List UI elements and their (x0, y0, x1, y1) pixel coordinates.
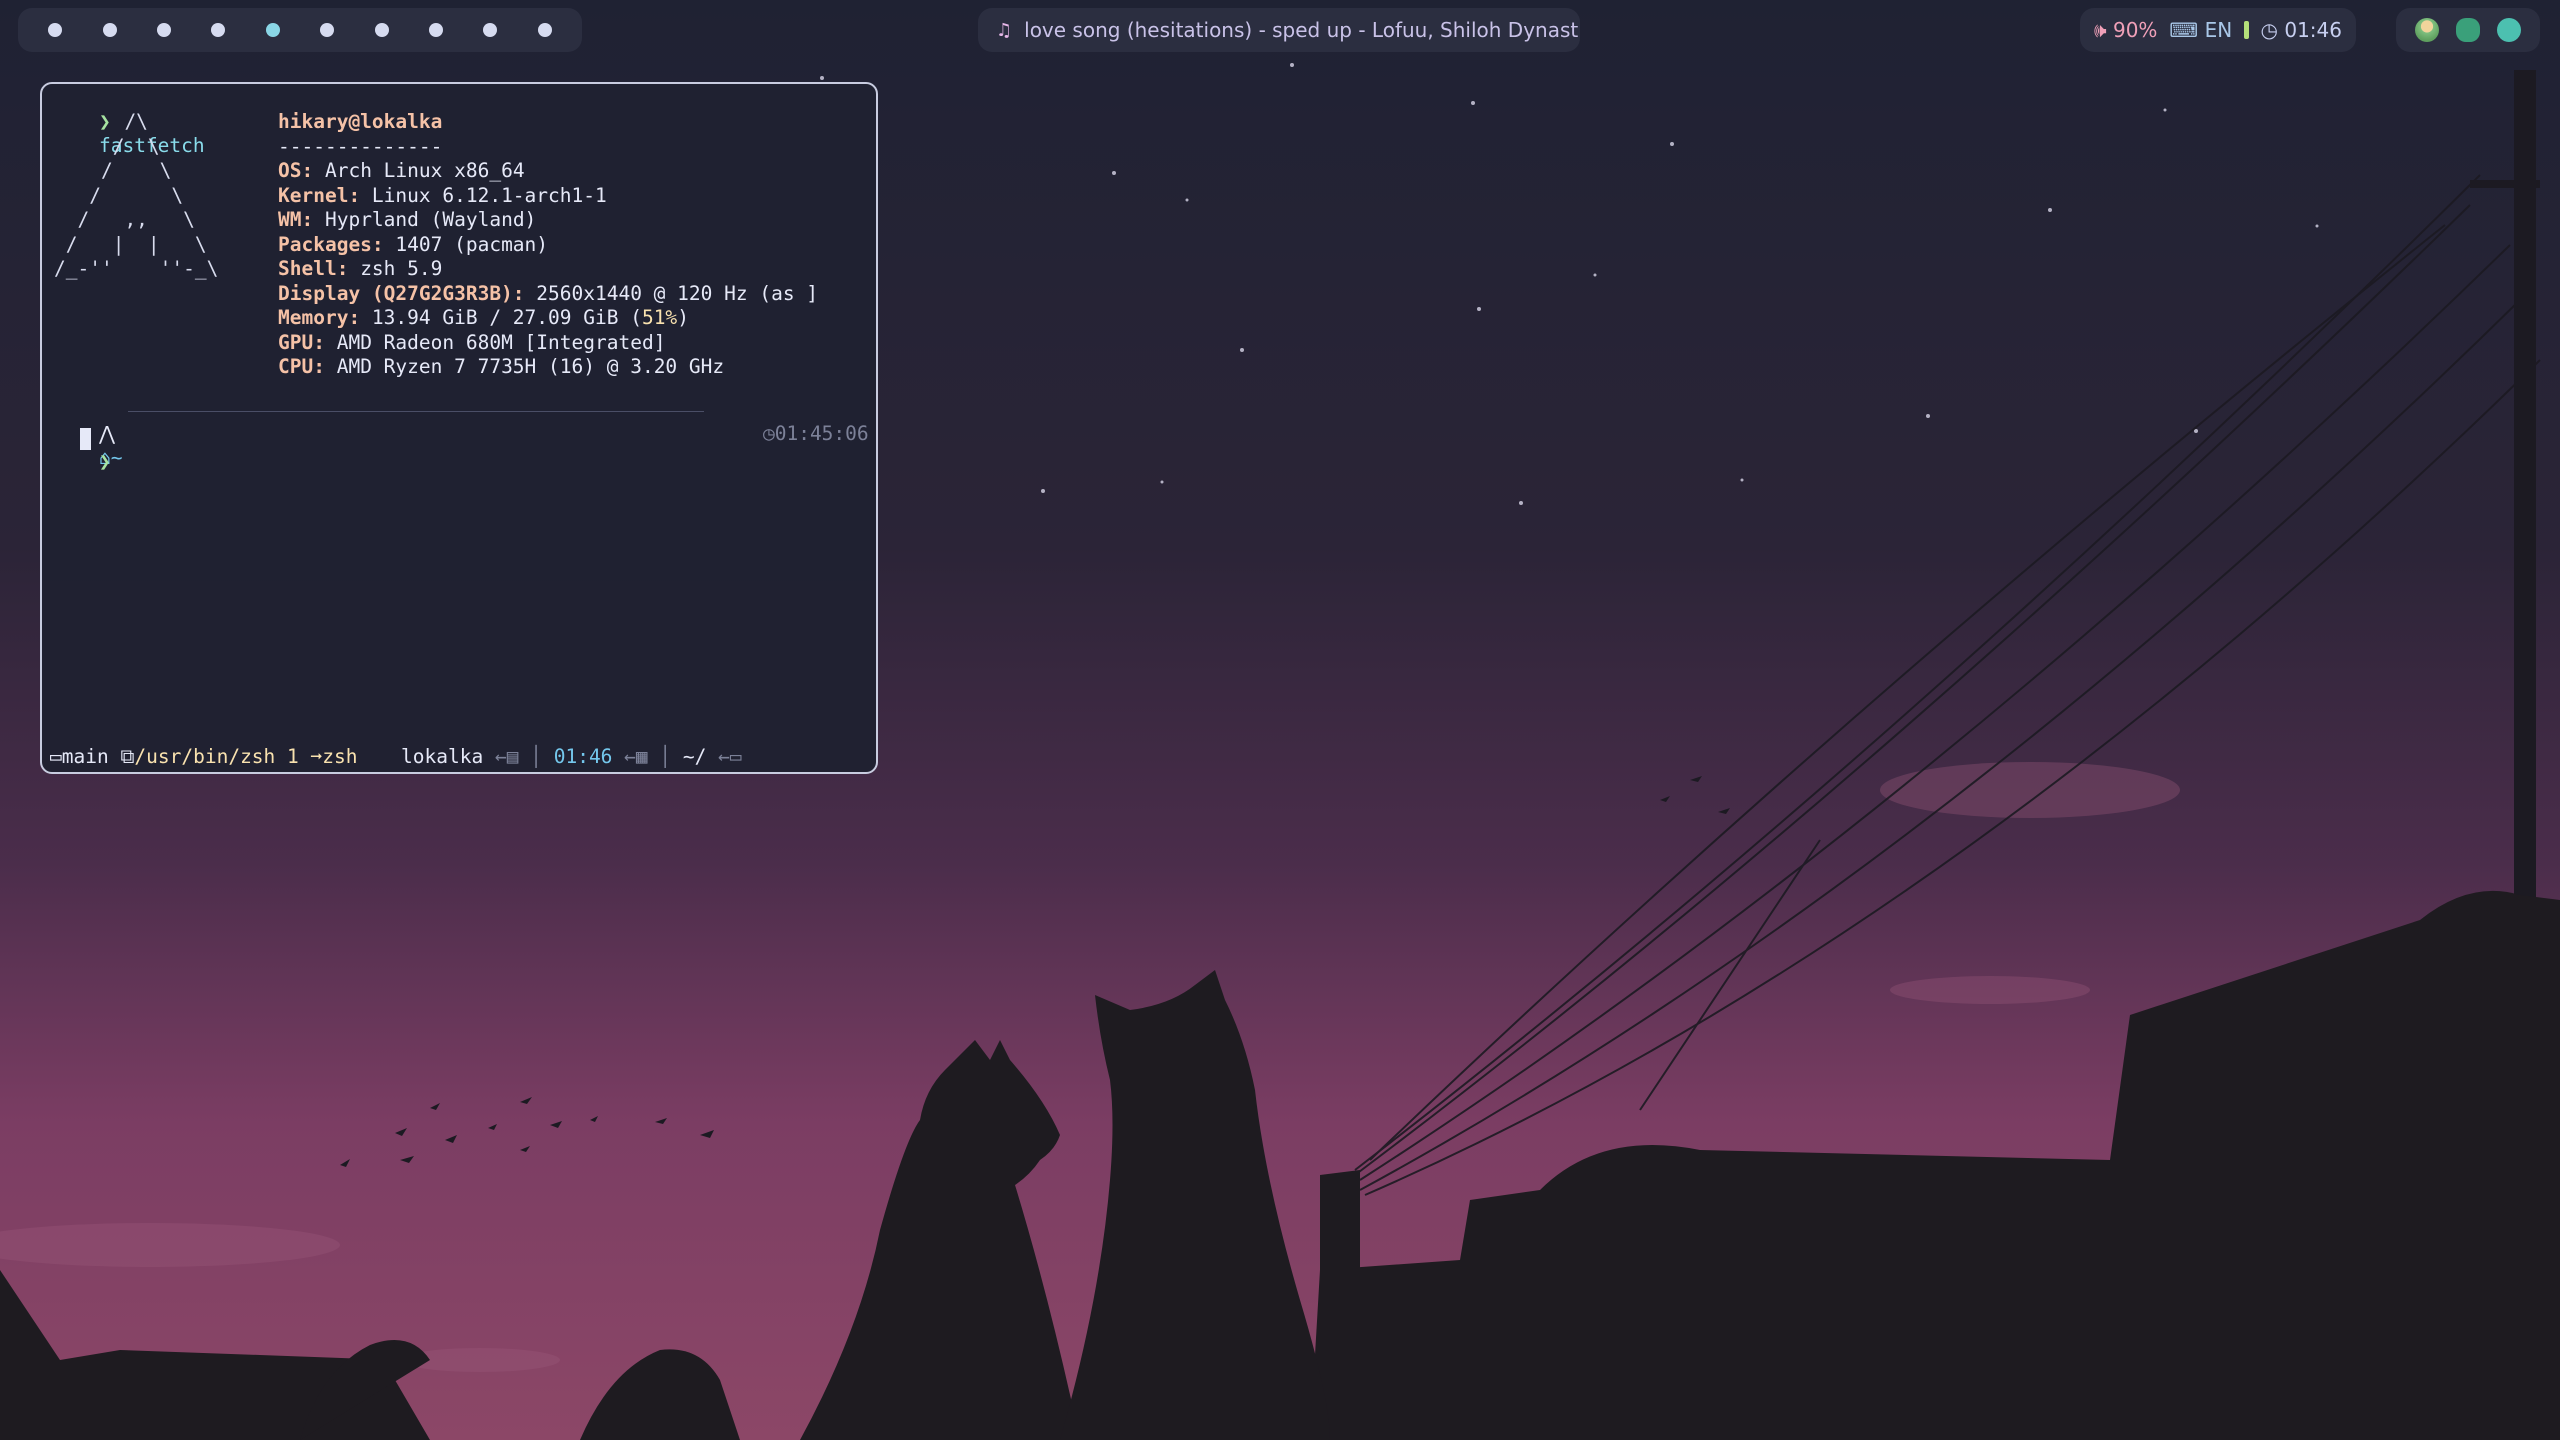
window-index[interactable]: 1 (287, 745, 299, 768)
left-arrow: ← (624, 745, 636, 768)
gpu-value: AMD Radeon 680M [Integrated] (324, 330, 666, 354)
user-host: hikary@lokalka (278, 110, 443, 133)
memory-percent: 51% (641, 306, 678, 329)
memory-value: 13.94 GiB / 27.09 GiB ( (360, 306, 642, 329)
keyboard-icon: ⌨ (2169, 18, 2199, 42)
workspace-3-indicator[interactable] (156, 23, 171, 37)
system-tray (2396, 8, 2540, 52)
os-key: OS: (278, 159, 314, 182)
terminal-window[interactable]: ❯ fastfetch /\ / \ / \ / \ / ,, \ / | | … (40, 82, 878, 774)
workspace-switcher (18, 8, 582, 52)
workspace-5-indicator[interactable] (265, 23, 280, 37)
tmux-statusline: ▭main ⧉/usr/bin/zsh 1 ➞zsh lokalka ←▤ │ … (50, 745, 742, 768)
display-key: Display (Q27G2G3R3B): (278, 281, 525, 305)
folder-icon: ▭ (729, 745, 742, 768)
workspace-4-indicator[interactable] (211, 23, 226, 37)
media-player-widget[interactable]: ♫ love song (hesitations) - sped up - Lo… (978, 8, 1580, 52)
memory-close: ) (677, 306, 689, 329)
status-area: 🕪 90% ⌨ EN ◷ 01:46 (2080, 8, 2356, 52)
keyboard-layout[interactable]: ⌨ EN (2169, 18, 2232, 42)
shell-value: zsh 5.9 (348, 257, 443, 280)
os-value: Arch Linux x86_64 (313, 159, 525, 182)
clock[interactable]: ◷ 01:46 (2261, 18, 2342, 42)
keyboard-layout-label: EN (2204, 18, 2233, 42)
window-icon: ▭ (50, 745, 62, 768)
workspace-7-indicator[interactable] (374, 23, 389, 37)
wm-key: WM: (278, 208, 314, 231)
shell-key: Shell: (278, 257, 349, 280)
server-icon: ▤ (506, 745, 519, 768)
display-value: 2560x1440 @ 120 Hz (as ] (524, 281, 819, 305)
cpu-key: CPU: (278, 355, 325, 378)
window-program[interactable]: zsh (322, 745, 357, 768)
workspace-2-indicator[interactable] (102, 23, 117, 37)
pane-icon: ⧉ (120, 745, 135, 768)
workspace-6-indicator[interactable] (320, 23, 335, 37)
music-note-icon: ♫ (996, 19, 1013, 41)
arrow: ➞ (310, 745, 323, 768)
session-name[interactable]: main (62, 745, 109, 768)
calendar-icon: ▦ (635, 745, 648, 768)
status-cwd: ~/ (682, 745, 707, 768)
workspace-9-indicator[interactable] (483, 23, 498, 37)
battery-icon[interactable] (2244, 21, 2249, 39)
pane-path[interactable]: /usr/bin/zsh (134, 745, 275, 768)
speaker-icon: 🕪 (2094, 18, 2107, 42)
clock-icon: ◷ (762, 422, 775, 445)
separator: -------------- (278, 134, 443, 158)
bluetooth-icon[interactable] (2455, 18, 2480, 42)
packages-key: Packages: (278, 232, 384, 256)
current-dir: ~ (110, 446, 123, 469)
workspace-10-indicator[interactable] (537, 23, 552, 37)
workspace-1-indicator[interactable] (48, 23, 63, 37)
volume-level: 90% (2112, 18, 2158, 42)
text-cursor[interactable] (80, 428, 91, 450)
left-arrow: ← (494, 745, 507, 768)
wm-value: Hyprland (Wayland) (313, 208, 537, 231)
media-title: love song (hesitations) - sped up - Lofu… (1024, 18, 1580, 42)
clock-time: 01:46 (2284, 18, 2342, 42)
input-prompt-symbol: ❯ (98, 450, 111, 473)
host-name: lokalka (401, 745, 484, 768)
kernel-key: Kernel: (278, 183, 361, 207)
user-icon[interactable] (2414, 18, 2439, 42)
left-arrow: ← (718, 745, 730, 768)
network-icon[interactable] (2497, 18, 2522, 42)
workspace-8-indicator[interactable] (428, 23, 443, 37)
packages-value: 1407 (pacman) (383, 232, 549, 256)
prompt-divider (128, 411, 704, 412)
arch-logo-ascii: /\ / \ / \ / \ / ,, \ / | | \ /_-'' ''-_… (54, 110, 219, 280)
kernel-value: Linux 6.12.1-arch1-1 (360, 183, 607, 207)
gpu-key: GPU: (278, 330, 325, 354)
prompt-time: 01:45:06 (774, 422, 869, 445)
system-info: hikary@lokalka -------------- OS: Arch L… (278, 110, 818, 380)
status-time: 01:46 (553, 745, 613, 768)
cpu-value: AMD Ryzen 7 7735H (16) @ 3.20 GHz (324, 355, 725, 378)
memory-key: Memory: (278, 306, 361, 329)
clock-icon: ◷ (2260, 18, 2278, 42)
volume-control[interactable]: 🕪 90% (2094, 18, 2157, 42)
